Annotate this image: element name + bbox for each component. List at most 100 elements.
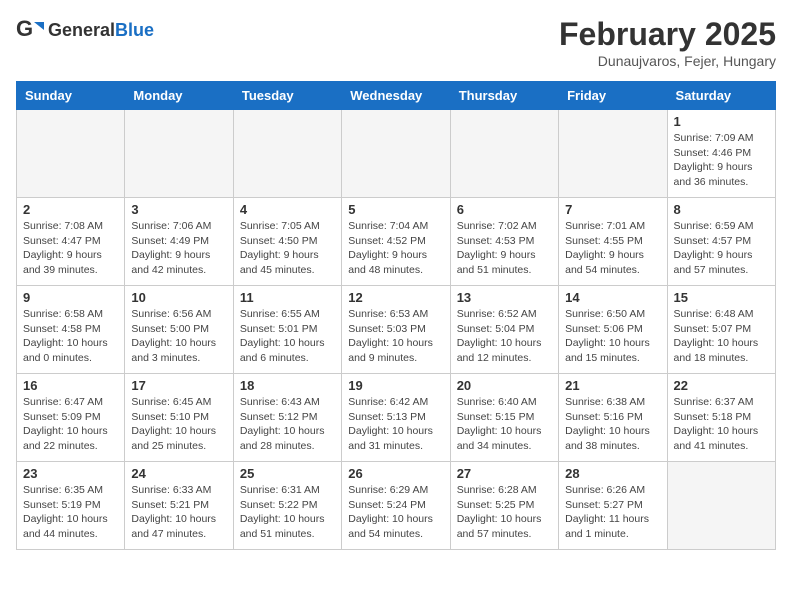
day-info: Sunrise: 6:40 AM Sunset: 5:15 PM Dayligh…: [457, 395, 552, 454]
weekday-header-monday: Monday: [125, 82, 233, 110]
day-number: 16: [23, 378, 118, 393]
calendar-cell: 21 Sunrise: 6:38 AM Sunset: 5:16 PM Dayli…: [559, 374, 667, 462]
day-number: 23: [23, 466, 118, 481]
title-block: February 2025 Dunaujvaros, Fejer, Hungar…: [559, 16, 776, 69]
calendar-cell: 10 Sunrise: 6:56 AM Sunset: 5:00 PM Dayli…: [125, 286, 233, 374]
day-number: 5: [348, 202, 443, 217]
day-number: 11: [240, 290, 335, 305]
day-info: Sunrise: 6:43 AM Sunset: 5:12 PM Dayligh…: [240, 395, 335, 454]
calendar-cell: 24 Sunrise: 6:33 AM Sunset: 5:21 PM Dayli…: [125, 462, 233, 550]
weekday-header-thursday: Thursday: [450, 82, 558, 110]
calendar-cell: 7 Sunrise: 7:01 AM Sunset: 4:55 PM Daylig…: [559, 198, 667, 286]
day-number: 28: [565, 466, 660, 481]
weekday-header-wednesday: Wednesday: [342, 82, 450, 110]
day-number: 4: [240, 202, 335, 217]
day-number: 13: [457, 290, 552, 305]
day-info: Sunrise: 6:55 AM Sunset: 5:01 PM Dayligh…: [240, 307, 335, 366]
day-info: Sunrise: 6:28 AM Sunset: 5:25 PM Dayligh…: [457, 483, 552, 542]
calendar-cell: 16 Sunrise: 6:47 AM Sunset: 5:09 PM Dayli…: [17, 374, 125, 462]
calendar-cell: 19 Sunrise: 6:42 AM Sunset: 5:13 PM Dayli…: [342, 374, 450, 462]
weekday-header-row: SundayMondayTuesdayWednesdayThursdayFrid…: [17, 82, 776, 110]
week-row-1: 2Sunrise: 7:08 AM Sunset: 4:47 PM Daylig…: [17, 198, 776, 286]
svg-text:G: G: [16, 16, 33, 41]
calendar-cell: 14Sunrise: 6:50 AM Sunset: 5:06 PM Dayli…: [559, 286, 667, 374]
day-number: 27: [457, 466, 552, 481]
calendar-cell: 13 Sunrise: 6:52 AM Sunset: 5:04 PM Dayli…: [450, 286, 558, 374]
day-info: Sunrise: 6:59 AM Sunset: 4:57 PM Dayligh…: [674, 219, 769, 278]
calendar-cell: 18 Sunrise: 6:43 AM Sunset: 5:12 PM Dayli…: [233, 374, 341, 462]
calendar-table: SundayMondayTuesdayWednesdayThursdayFrid…: [16, 81, 776, 550]
day-number: 7: [565, 202, 660, 217]
calendar-cell: 4 Sunrise: 7:05 AM Sunset: 4:50 PM Daylig…: [233, 198, 341, 286]
day-number: 9: [23, 290, 118, 305]
day-number: 10: [131, 290, 226, 305]
day-number: 17: [131, 378, 226, 393]
day-info: Sunrise: 6:33 AM Sunset: 5:21 PM Dayligh…: [131, 483, 226, 542]
day-number: 3: [131, 202, 226, 217]
logo-general: General: [48, 20, 115, 40]
day-number: 24: [131, 466, 226, 481]
calendar-cell: [17, 110, 125, 198]
day-number: 26: [348, 466, 443, 481]
week-row-4: 23Sunrise: 6:35 AM Sunset: 5:19 PM Dayli…: [17, 462, 776, 550]
weekday-header-sunday: Sunday: [17, 82, 125, 110]
day-info: Sunrise: 6:26 AM Sunset: 5:27 PM Dayligh…: [565, 483, 660, 542]
day-info: Sunrise: 6:38 AM Sunset: 5:16 PM Dayligh…: [565, 395, 660, 454]
calendar-title: February 2025: [559, 16, 776, 53]
calendar-cell: [559, 110, 667, 198]
day-info: Sunrise: 7:04 AM Sunset: 4:52 PM Dayligh…: [348, 219, 443, 278]
day-info: Sunrise: 7:08 AM Sunset: 4:47 PM Dayligh…: [23, 219, 118, 278]
week-row-3: 16 Sunrise: 6:47 AM Sunset: 5:09 PM Dayli…: [17, 374, 776, 462]
day-number: 6: [457, 202, 552, 217]
day-info: Sunrise: 6:56 AM Sunset: 5:00 PM Dayligh…: [131, 307, 226, 366]
day-info: Sunrise: 6:53 AM Sunset: 5:03 PM Dayligh…: [348, 307, 443, 366]
calendar-cell: 28 Sunrise: 6:26 AM Sunset: 5:27 PM Dayli…: [559, 462, 667, 550]
day-info: Sunrise: 6:58 AM Sunset: 4:58 PM Dayligh…: [23, 307, 118, 366]
calendar-cell: 27 Sunrise: 6:28 AM Sunset: 5:25 PM Dayli…: [450, 462, 558, 550]
day-info: Sunrise: 6:29 AM Sunset: 5:24 PM Dayligh…: [348, 483, 443, 542]
logo: G GeneralBlue: [16, 16, 154, 44]
calendar-cell: 22Sunrise: 6:37 AM Sunset: 5:18 PM Dayli…: [667, 374, 775, 462]
calendar-cell: [233, 110, 341, 198]
day-info: Sunrise: 6:42 AM Sunset: 5:13 PM Dayligh…: [348, 395, 443, 454]
day-info: Sunrise: 7:05 AM Sunset: 4:50 PM Dayligh…: [240, 219, 335, 278]
day-number: 19: [348, 378, 443, 393]
day-info: Sunrise: 6:47 AM Sunset: 5:09 PM Dayligh…: [23, 395, 118, 454]
calendar-subtitle: Dunaujvaros, Fejer, Hungary: [559, 53, 776, 69]
weekday-header-tuesday: Tuesday: [233, 82, 341, 110]
day-number: 22: [674, 378, 769, 393]
calendar-cell: [450, 110, 558, 198]
day-info: Sunrise: 6:31 AM Sunset: 5:22 PM Dayligh…: [240, 483, 335, 542]
weekday-header-saturday: Saturday: [667, 82, 775, 110]
day-number: 1: [674, 114, 769, 129]
calendar-cell: 23Sunrise: 6:35 AM Sunset: 5:19 PM Dayli…: [17, 462, 125, 550]
day-info: Sunrise: 6:50 AM Sunset: 5:06 PM Dayligh…: [565, 307, 660, 366]
week-row-0: 1Sunrise: 7:09 AM Sunset: 4:46 PM Daylig…: [17, 110, 776, 198]
day-number: 21: [565, 378, 660, 393]
day-info: Sunrise: 7:02 AM Sunset: 4:53 PM Dayligh…: [457, 219, 552, 278]
day-number: 18: [240, 378, 335, 393]
day-number: 12: [348, 290, 443, 305]
day-info: Sunrise: 6:45 AM Sunset: 5:10 PM Dayligh…: [131, 395, 226, 454]
logo-blue: Blue: [115, 20, 154, 40]
page-header: G GeneralBlue February 2025 Dunaujvaros,…: [16, 16, 776, 69]
day-number: 25: [240, 466, 335, 481]
calendar-cell: 1Sunrise: 7:09 AM Sunset: 4:46 PM Daylig…: [667, 110, 775, 198]
calendar-cell: 8Sunrise: 6:59 AM Sunset: 4:57 PM Daylig…: [667, 198, 775, 286]
calendar-cell: 20 Sunrise: 6:40 AM Sunset: 5:15 PM Dayli…: [450, 374, 558, 462]
calendar-cell: 5 Sunrise: 7:04 AM Sunset: 4:52 PM Daylig…: [342, 198, 450, 286]
calendar-cell: 6 Sunrise: 7:02 AM Sunset: 4:53 PM Daylig…: [450, 198, 558, 286]
calendar-cell: 15Sunrise: 6:48 AM Sunset: 5:07 PM Dayli…: [667, 286, 775, 374]
day-info: Sunrise: 6:52 AM Sunset: 5:04 PM Dayligh…: [457, 307, 552, 366]
calendar-cell: 25 Sunrise: 6:31 AM Sunset: 5:22 PM Dayli…: [233, 462, 341, 550]
week-row-2: 9 Sunrise: 6:58 AM Sunset: 4:58 PM Daylig…: [17, 286, 776, 374]
calendar-cell: [125, 110, 233, 198]
calendar-cell: 11 Sunrise: 6:55 AM Sunset: 5:01 PM Dayli…: [233, 286, 341, 374]
calendar-cell: 26 Sunrise: 6:29 AM Sunset: 5:24 PM Dayli…: [342, 462, 450, 550]
day-info: Sunrise: 7:06 AM Sunset: 4:49 PM Dayligh…: [131, 219, 226, 278]
calendar-cell: [667, 462, 775, 550]
day-number: 20: [457, 378, 552, 393]
day-info: Sunrise: 7:01 AM Sunset: 4:55 PM Dayligh…: [565, 219, 660, 278]
day-info: Sunrise: 6:48 AM Sunset: 5:07 PM Dayligh…: [674, 307, 769, 366]
calendar-cell: [342, 110, 450, 198]
